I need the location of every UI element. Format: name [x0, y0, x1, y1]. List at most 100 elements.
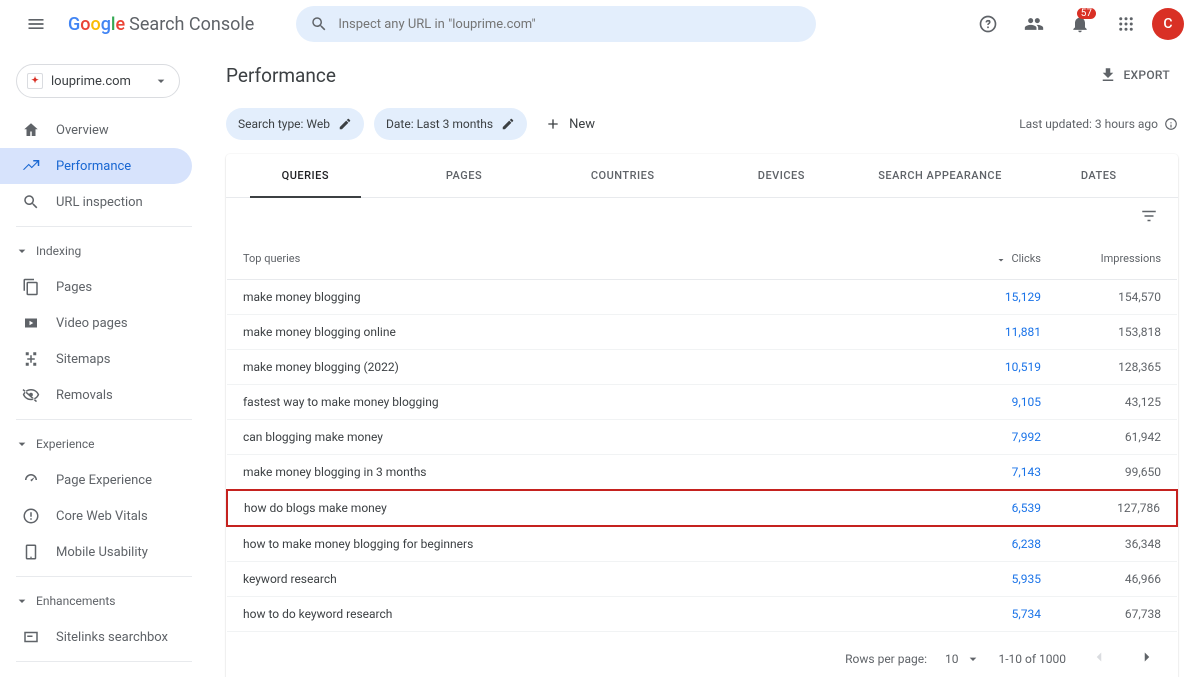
query-cell: make money blogging in 3 months	[227, 455, 937, 491]
vitals-icon	[22, 507, 40, 525]
property-domain: louprime.com	[51, 74, 145, 89]
table-row[interactable]: how to make money blogging for beginners…	[227, 526, 1177, 562]
clicks-cell[interactable]: 7,143	[937, 455, 1057, 491]
section-indexing[interactable]: Indexing	[0, 233, 192, 269]
table-row[interactable]: fastest way to make money blogging9,1054…	[227, 385, 1177, 420]
tab-dates[interactable]: DATES	[1019, 154, 1178, 197]
clicks-cell[interactable]: 5,734	[937, 597, 1057, 632]
property-favicon-icon: ✦	[27, 73, 43, 89]
query-cell: can blogging make money	[227, 420, 937, 455]
chevron-down-icon	[153, 73, 169, 89]
notif-badge: 57	[1077, 8, 1096, 19]
page-title: Performance	[226, 64, 336, 87]
tab-countries[interactable]: COUNTRIES	[543, 154, 702, 197]
col-header-query[interactable]: Top queries	[227, 238, 937, 280]
query-cell: how do blogs make money	[227, 490, 937, 526]
search-icon	[310, 15, 328, 33]
chip-date-range[interactable]: Date: Last 3 months	[374, 108, 527, 140]
impressions-cell: 154,570	[1057, 280, 1177, 315]
sort-desc-icon	[995, 253, 1007, 265]
account-avatar[interactable]: C	[1152, 8, 1184, 40]
hamburger-menu[interactable]	[16, 4, 56, 44]
trend-icon	[22, 157, 40, 175]
edit-icon	[501, 117, 515, 131]
clicks-cell[interactable]: 6,238	[937, 526, 1057, 562]
col-header-clicks[interactable]: Clicks	[937, 238, 1057, 280]
section-security[interactable]: Security & Manual Actions	[0, 668, 192, 677]
property-selector[interactable]: ✦ louprime.com	[16, 64, 180, 98]
sidebar-item-performance[interactable]: Performance	[0, 148, 192, 184]
apps-icon[interactable]	[1106, 4, 1146, 44]
table-row[interactable]: make money blogging online11,881153,818	[227, 315, 1177, 350]
clicks-cell[interactable]: 6,539	[937, 490, 1057, 526]
table-row[interactable]: how do blogs make money6,539127,786	[227, 490, 1177, 526]
table-row[interactable]: can blogging make money7,99261,942	[227, 420, 1177, 455]
notifications-icon[interactable]: 57	[1060, 4, 1100, 44]
table-row[interactable]: keyword research5,93546,966	[227, 562, 1177, 597]
prev-page-button[interactable]	[1084, 642, 1114, 675]
impressions-cell: 43,125	[1057, 385, 1177, 420]
tab-devices[interactable]: DEVICES	[702, 154, 861, 197]
sitemap-icon	[22, 350, 40, 368]
add-filter-button[interactable]: New	[537, 108, 603, 140]
rows-per-page-select[interactable]: 10	[945, 651, 981, 667]
product-logo[interactable]: Google Search Console	[68, 14, 254, 35]
page-range: 1-10 of 1000	[999, 652, 1067, 666]
table-row[interactable]: make money blogging (2022)10,519128,365	[227, 350, 1177, 385]
impressions-cell: 128,365	[1057, 350, 1177, 385]
sidebar-item-sitemaps[interactable]: Sitemaps	[0, 341, 192, 377]
sidebar-item-sitelinks-searchbox[interactable]: Sitelinks searchbox	[0, 619, 192, 655]
home-icon	[22, 121, 40, 139]
lens-icon	[22, 193, 40, 211]
clicks-cell[interactable]: 9,105	[937, 385, 1057, 420]
url-inspect-search[interactable]	[296, 6, 816, 42]
info-icon[interactable]	[1164, 117, 1178, 131]
query-cell: keyword research	[227, 562, 937, 597]
table-filter-icon[interactable]	[1134, 201, 1164, 235]
sidebar-item-video-pages[interactable]: Video pages	[0, 305, 192, 341]
query-cell: how to make money blogging for beginners	[227, 526, 937, 562]
table-row[interactable]: make money blogging in 3 months7,14399,6…	[227, 455, 1177, 491]
sidebar-item-pages[interactable]: Pages	[0, 269, 192, 305]
section-enhancements[interactable]: Enhancements	[0, 583, 192, 619]
table-row[interactable]: how to do keyword research5,73467,738	[227, 597, 1177, 632]
tab-pages[interactable]: PAGES	[385, 154, 544, 197]
clicks-cell[interactable]: 11,881	[937, 315, 1057, 350]
clicks-cell[interactable]: 7,992	[937, 420, 1057, 455]
edit-icon	[338, 117, 352, 131]
chip-search-type[interactable]: Search type: Web	[226, 108, 364, 140]
video-icon	[22, 314, 40, 332]
download-icon	[1099, 66, 1117, 84]
impressions-cell: 61,942	[1057, 420, 1177, 455]
sidebar-item-mobile-usability[interactable]: Mobile Usability	[0, 534, 192, 570]
sidebar-item-url-inspection[interactable]: URL inspection	[0, 184, 192, 220]
clicks-cell[interactable]: 15,129	[937, 280, 1057, 315]
clicks-cell[interactable]: 5,935	[937, 562, 1057, 597]
query-cell: make money blogging online	[227, 315, 937, 350]
tab-queries[interactable]: QUERIES	[226, 154, 385, 197]
sidebar-item-core-web-vitals[interactable]: Core Web Vitals	[0, 498, 192, 534]
gauge-icon	[22, 471, 40, 489]
table-row[interactable]: make money blogging15,129154,570	[227, 280, 1177, 315]
sidebar-item-page-experience[interactable]: Page Experience	[0, 462, 192, 498]
chevron-down-icon	[14, 436, 30, 452]
clicks-cell[interactable]: 10,519	[937, 350, 1057, 385]
col-header-impressions[interactable]: Impressions	[1057, 238, 1177, 280]
users-icon[interactable]	[1014, 4, 1054, 44]
chevron-down-icon	[14, 243, 30, 259]
sidebar-item-overview[interactable]: Overview	[0, 112, 192, 148]
export-button[interactable]: EXPORT	[1091, 60, 1178, 90]
section-experience[interactable]: Experience	[0, 426, 192, 462]
last-updated: Last updated: 3 hours ago	[1019, 117, 1178, 131]
product-name: Search Console	[129, 14, 254, 35]
query-cell: fastest way to make money blogging	[227, 385, 937, 420]
next-page-button[interactable]	[1132, 642, 1162, 675]
sidebar-item-removals[interactable]: Removals	[0, 377, 192, 413]
help-icon[interactable]	[968, 4, 1008, 44]
rows-per-page-label: Rows per page:	[845, 652, 927, 666]
tab-search-appearance[interactable]: SEARCH APPEARANCE	[861, 154, 1020, 197]
url-inspect-input[interactable]	[338, 17, 802, 32]
chevron-down-icon	[965, 651, 981, 667]
impressions-cell: 99,650	[1057, 455, 1177, 491]
hide-icon	[22, 386, 40, 404]
